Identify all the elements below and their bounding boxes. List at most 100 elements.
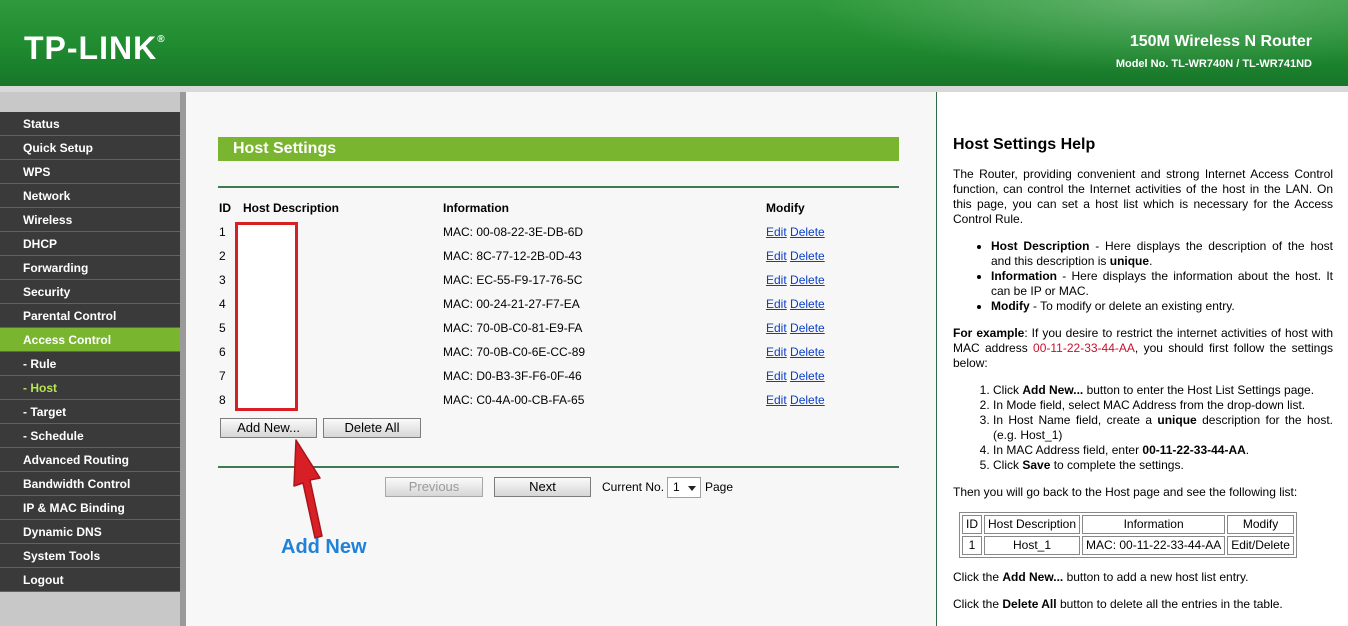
example-table: ID Host Description Information Modify 1 Hos… bbox=[959, 512, 1297, 558]
delete-link[interactable]: Delete bbox=[790, 225, 825, 239]
step-text-b: to complete the settings. bbox=[1050, 458, 1184, 472]
bullet-text-b: . bbox=[1149, 254, 1153, 268]
annotation-redbox bbox=[235, 222, 298, 411]
col-modify-header: Modify bbox=[766, 201, 805, 215]
table-row: 7 MAC: D0-B3-3F-F6-0F-46 Edit Delete bbox=[219, 364, 906, 388]
step-text-b: button to enter the Host List Settings p… bbox=[1083, 383, 1315, 397]
edit-link[interactable]: Edit bbox=[766, 225, 787, 239]
help-step: In Host Name field, create a unique desc… bbox=[993, 413, 1333, 443]
step-text-a: Click bbox=[993, 383, 1023, 397]
edit-link[interactable]: Edit bbox=[766, 393, 787, 407]
edit-link[interactable]: Edit bbox=[766, 321, 787, 335]
delete-link[interactable]: Delete bbox=[790, 321, 825, 335]
row-information: MAC: 70-0B-C0-6E-CC-89 bbox=[443, 345, 586, 359]
chevron-down-icon bbox=[688, 486, 696, 491]
host-table: ID Host Description Information Modify 1… bbox=[219, 196, 906, 412]
main-content: Host Settings ID Host Description Inform… bbox=[186, 92, 936, 626]
help-bullets: Host Description - Here displays the des… bbox=[991, 239, 1333, 314]
sidebar-item-wps[interactable]: WPS bbox=[0, 160, 180, 184]
edit-link[interactable]: Edit bbox=[766, 369, 787, 383]
sidebar-menu: Status Quick Setup WPS Network Wireless DHCP F… bbox=[0, 112, 180, 592]
row-information: MAC: 00-24-21-27-F7-EA bbox=[443, 297, 580, 311]
example-data-row: 1 Host_1 MAC: 00-11-22-33-44-AA Edit/Delete bbox=[962, 536, 1294, 555]
help-bullet: Modify - To modify or delete an existing… bbox=[991, 299, 1333, 314]
current-no-label: Current No. bbox=[602, 480, 665, 494]
sidebar-item-bandwidth-control[interactable]: Bandwidth Control bbox=[0, 472, 180, 496]
bullet-strong: unique bbox=[1109, 254, 1150, 268]
edit-link[interactable]: Edit bbox=[766, 273, 787, 287]
step-strong: unique bbox=[1157, 413, 1197, 427]
sidebar-item-system-tools[interactable]: System Tools bbox=[0, 544, 180, 568]
row-modify: Edit Delete bbox=[766, 292, 906, 316]
table-row: 1 MAC: 00-08-22-3E-DB-6D Edit Delete bbox=[219, 220, 906, 244]
table-top-divider bbox=[218, 186, 899, 188]
row-information: MAC: 70-0B-C0-81-E9-FA bbox=[443, 321, 583, 335]
delete-link[interactable]: Delete bbox=[790, 297, 825, 311]
sidebar-item-network[interactable]: Network bbox=[0, 184, 180, 208]
click-add-strong: Add New... bbox=[1002, 570, 1064, 584]
help-intro: The Router, providing convenient and str… bbox=[953, 167, 1333, 226]
delete-link[interactable]: Delete bbox=[790, 273, 825, 287]
step-text-a: In MAC Address field, enter bbox=[993, 443, 1143, 457]
example-lead: For example bbox=[953, 326, 1025, 340]
sidebar-item-status[interactable]: Status bbox=[0, 112, 180, 136]
step-strong: 00-11-22-33-44-AA bbox=[1142, 443, 1246, 457]
edit-link[interactable]: Edit bbox=[766, 345, 787, 359]
edit-link[interactable]: Edit bbox=[766, 249, 787, 263]
sidebar-item-parental-control[interactable]: Parental Control bbox=[0, 304, 180, 328]
delete-link[interactable]: Delete bbox=[790, 249, 825, 263]
router-name: 150M Wireless N Router bbox=[1129, 33, 1312, 50]
example-header-cell: Host Description bbox=[984, 515, 1081, 534]
help-bullet: Information - Here displays the informat… bbox=[991, 269, 1333, 299]
sidebar-item-quick-setup[interactable]: Quick Setup bbox=[0, 136, 180, 160]
sidebar-item-dynamic-dns[interactable]: Dynamic DNS bbox=[0, 520, 180, 544]
sidebar-item-access-control[interactable]: Access Control bbox=[0, 328, 180, 352]
row-modify: Edit Delete bbox=[766, 220, 906, 244]
example-cell: Edit/Delete bbox=[1227, 536, 1294, 555]
sidebar-item-forwarding[interactable]: Forwarding bbox=[0, 256, 180, 280]
example-mac: 00-11-22-33-44-AA bbox=[1033, 341, 1135, 355]
sidebar-item-logout[interactable]: Logout bbox=[0, 568, 180, 592]
tp-link-logo: TP-LINK® bbox=[24, 30, 166, 67]
page-select-value: 1 bbox=[673, 480, 680, 494]
col-id-header: ID bbox=[219, 201, 231, 215]
table-row: 3 MAC: EC-55-F9-17-76-5C Edit Delete bbox=[219, 268, 906, 292]
sidebar-item-ip-mac-binding[interactable]: IP & MAC Binding bbox=[0, 496, 180, 520]
sidebar-item-dhcp[interactable]: DHCP bbox=[0, 232, 180, 256]
example-cell: Host_1 bbox=[984, 536, 1081, 555]
help-then-text: Then you will go back to the Host page a… bbox=[953, 485, 1298, 499]
sidebar-item-advanced-routing[interactable]: Advanced Routing bbox=[0, 448, 180, 472]
click-add-a: Click the bbox=[953, 570, 1003, 584]
sidebar-item-rule[interactable]: - Rule bbox=[0, 352, 180, 376]
bullet-term: Host Description bbox=[991, 239, 1090, 253]
sidebar-item-security[interactable]: Security bbox=[0, 280, 180, 304]
delete-link[interactable]: Delete bbox=[790, 393, 825, 407]
header-banner: TP-LINK® 150M Wireless N Router Model No… bbox=[0, 0, 1348, 86]
sidebar-item-target[interactable]: - Target bbox=[0, 400, 180, 424]
sidebar-item-wireless[interactable]: Wireless bbox=[0, 208, 180, 232]
bullet-term: Information bbox=[991, 269, 1057, 283]
help-step: Click Save to complete the settings. bbox=[993, 458, 1333, 473]
help-step: In Mode field, select MAC Address from t… bbox=[993, 398, 1333, 413]
step-text-a: Click bbox=[993, 458, 1023, 472]
delete-link[interactable]: Delete bbox=[790, 345, 825, 359]
page-select[interactable]: 1 bbox=[667, 477, 701, 498]
row-modify: Edit Delete bbox=[766, 388, 906, 412]
sidebar-item-host[interactable]: - Host bbox=[0, 376, 180, 400]
step-text-a: In Mode field, select MAC Address from t… bbox=[993, 398, 1306, 412]
help-bullet: Host Description - Here displays the des… bbox=[991, 239, 1333, 269]
delete-link[interactable]: Delete bbox=[790, 369, 825, 383]
sidebar-item-schedule[interactable]: - Schedule bbox=[0, 424, 180, 448]
step-strong: Save bbox=[1022, 458, 1051, 472]
help-step: In MAC Address field, enter 00-11-22-33-… bbox=[993, 443, 1333, 458]
next-button[interactable]: Next bbox=[494, 477, 591, 497]
row-modify: Edit Delete bbox=[766, 244, 906, 268]
model-number: Model No. TL-WR740N / TL-WR741ND bbox=[1115, 58, 1312, 70]
help-click-delete: Click the Delete All button to delete al… bbox=[953, 597, 1333, 612]
click-delete-strong: Delete All bbox=[1002, 597, 1057, 611]
previous-button[interactable]: Previous bbox=[385, 477, 483, 497]
help-body: The Router, providing convenient and str… bbox=[953, 167, 1333, 624]
example-header-cell: ID bbox=[962, 515, 982, 534]
edit-link[interactable]: Edit bbox=[766, 297, 787, 311]
step-strong: Add New... bbox=[1022, 383, 1084, 397]
